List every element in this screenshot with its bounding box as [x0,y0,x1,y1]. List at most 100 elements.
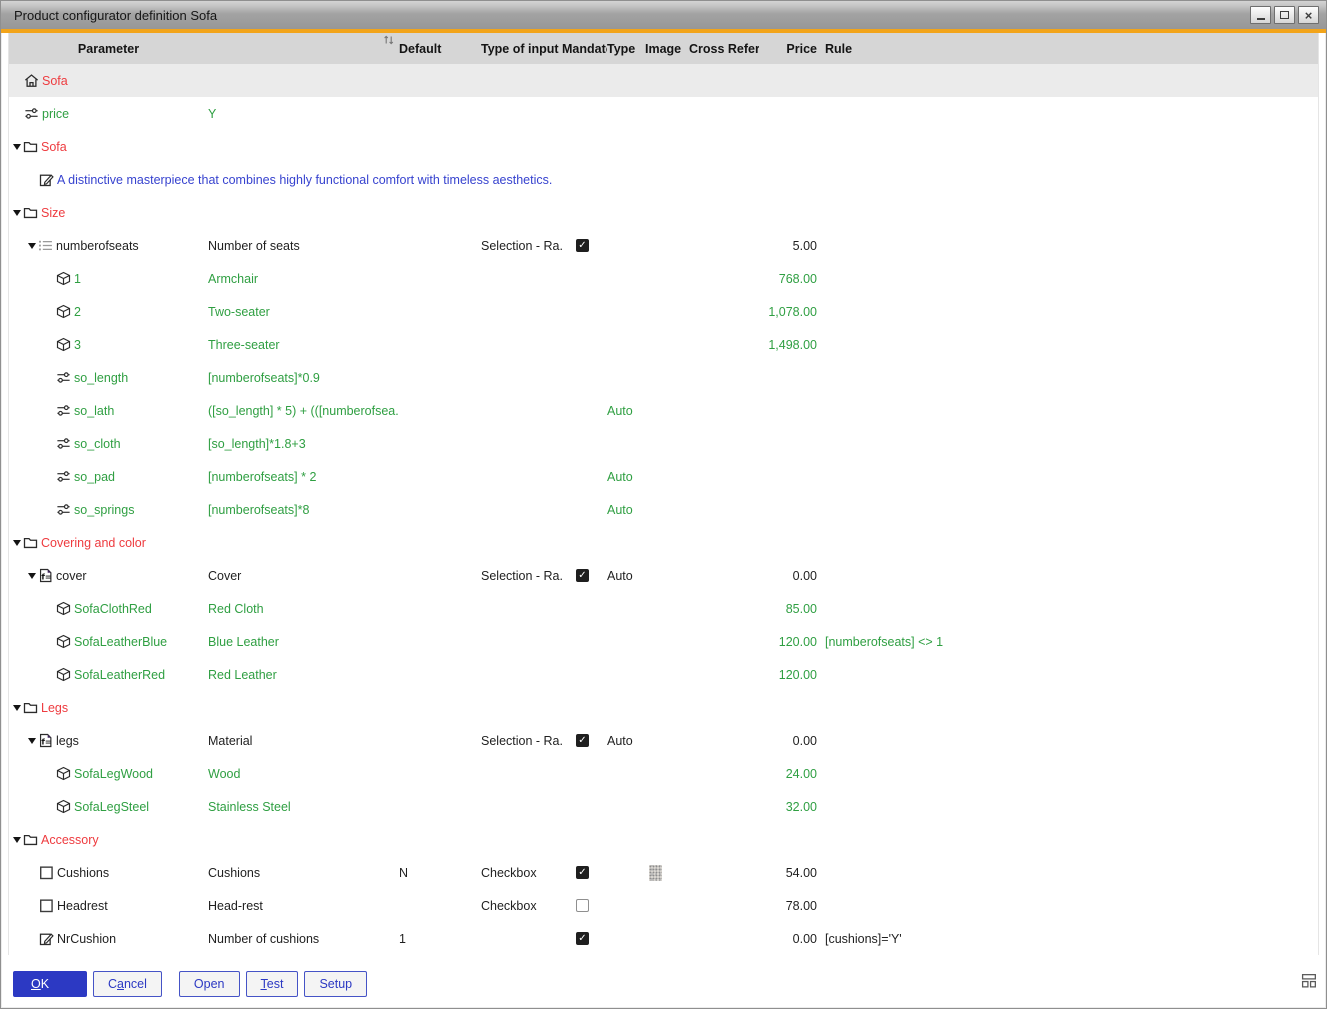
image-cell [645,757,689,790]
column-header-price[interactable]: Price [759,42,821,56]
maximize-button[interactable] [1274,6,1295,24]
minimize-button[interactable] [1250,6,1271,24]
type-of-input-value [481,526,562,559]
table-row[interactable]: Accessory [9,823,1318,856]
type-value [607,361,645,394]
cross-reference-value [689,361,759,394]
collapse-triangle-icon[interactable] [28,572,36,579]
table-row[interactable]: SofaClothRed Red Cloth 85.00 [9,592,1318,625]
default-value [399,97,481,130]
table-row[interactable]: SofaLeatherBlue Blue Leather 120.00 [number… [9,625,1318,658]
parameter-name: SofaLegWood [74,766,153,781]
cross-reference-value [689,823,759,856]
table-row[interactable]: f= legs Material Selection - Ra... ✓ Auto 0.00 [9,724,1318,757]
table-row[interactable]: Cushions Cushions N Checkbox ✓ 54.00 [9,856,1318,889]
close-button[interactable]: × [1298,6,1319,24]
type-value: Auto [607,733,633,748]
collapse-triangle-icon[interactable] [13,209,21,216]
table-row[interactable]: A distinctive masterpiece that combines … [9,163,1318,196]
table-row[interactable]: so_springs [numberofseats]*8 Auto [9,493,1318,526]
cancel-button[interactable]: Cancel [93,971,162,997]
column-header-default[interactable]: Default [399,42,481,56]
collapse-triangle-icon[interactable] [13,836,21,843]
column-header-mandatory[interactable]: Mandatory [562,42,607,56]
column-header-parameter[interactable]: Parameter [9,42,208,56]
parameter-label: Three-seater [208,337,280,352]
parameter-name: 2 [74,304,81,319]
mandatory-checkbox-checked[interactable]: ✓ [576,734,589,747]
sliders-icon [56,370,71,385]
form-layout-icon[interactable] [1301,972,1318,989]
folder-icon [23,832,38,847]
image-cell [645,229,689,262]
table-row[interactable]: f= cover Cover Selection - Ra... ✓ Auto 0.00 [9,559,1318,592]
column-header-cross-reference[interactable]: Cross Reference [689,42,759,56]
table-row[interactable]: Headrest Head-rest Checkbox 78.00 [9,889,1318,922]
setup-button[interactable]: Setup [304,971,368,997]
mandatory-checkbox-checked[interactable]: ✓ [576,569,589,582]
parameter-label: [so_length]*1.8+3 [208,436,306,451]
table-row[interactable]: Covering and color [9,526,1318,559]
image-cell [645,625,689,658]
parameter-label: [numberofseats]*0.9 [208,370,320,385]
edit-icon [39,172,54,187]
parameter-label: Material [208,733,253,748]
open-button[interactable]: Open [178,971,240,997]
type-of-input-value [481,592,562,625]
table-row[interactable]: numberofseats Number of seats Selection - … [9,229,1318,262]
table-row[interactable]: 3 Three-seater 1,498.00 [9,328,1318,361]
table-row[interactable]: price Y [9,97,1318,130]
table-row[interactable]: Size [9,196,1318,229]
parameter-label: Cushions [208,865,261,880]
mandatory-checkbox-unchecked[interactable] [576,899,589,912]
table-row[interactable]: NrCushion Number of cushions 1 ✓ 0.00 [cushio… [9,922,1318,955]
parameter-name: so_length [74,370,129,385]
cross-reference-value [689,295,759,328]
type-of-input-value [481,493,562,526]
table-row[interactable]: so_pad [numberofseats] * 2 Auto [9,460,1318,493]
folder-icon [23,535,38,550]
table-row[interactable]: so_lath ([so_length] * 5) + (([numberofse… [9,394,1318,427]
rule-value [821,262,1318,295]
type-of-input-value [481,625,562,658]
table-row[interactable]: Sofa [9,130,1318,163]
type-value [607,64,645,97]
image-cell [645,691,689,724]
mandatory-checkbox-checked[interactable]: ✓ [576,866,589,879]
default-value [399,625,481,658]
column-header-rule[interactable]: Rule [821,42,1318,56]
sort-icon[interactable] [383,34,395,46]
column-header-type-of-input[interactable]: Type of input [481,42,562,56]
type-of-input-value [481,328,562,361]
collapse-triangle-icon[interactable] [28,737,36,744]
table-row[interactable]: Sofa [9,64,1318,97]
parameter-name: so_springs [74,502,135,517]
image-cell [645,526,689,559]
collapse-triangle-icon[interactable] [13,704,21,711]
default-value [399,493,481,526]
table-row[interactable]: 1 Armchair 768.00 [9,262,1318,295]
collapse-triangle-icon[interactable] [13,143,21,150]
parameter-name: Sofa [41,139,67,154]
table-row[interactable]: SofaLeatherRed Red Leather 120.00 [9,658,1318,691]
price-value [759,130,821,163]
collapse-triangle-icon[interactable] [13,539,21,546]
mandatory-checkbox-checked[interactable]: ✓ [576,932,589,945]
table-row[interactable]: Legs [9,691,1318,724]
type-value [607,196,645,229]
table-row[interactable]: SofaLegWood Wood 24.00 [9,757,1318,790]
table-row[interactable]: SofaLegSteel Stainless Steel 32.00 [9,790,1318,823]
column-header-image[interactable]: Image [645,42,689,56]
table-row[interactable]: so_length [numberofseats]*0.9 [9,361,1318,394]
test-button[interactable]: Test [245,971,299,997]
ok-button[interactable]: OK [13,971,87,997]
mandatory-checkbox-checked[interactable]: ✓ [576,239,589,252]
parameter-name: SofaLeatherBlue [74,634,168,649]
collapse-triangle-icon[interactable] [28,242,36,249]
table-row[interactable]: so_cloth [so_length]*1.8+3 [9,427,1318,460]
parameter-name: Legs [41,700,69,715]
table-row[interactable]: 2 Two-seater 1,078.00 [9,295,1318,328]
column-header-type[interactable]: Type [607,42,645,56]
parameter-table: Parameter Default Type of input Mandator… [8,33,1319,955]
image-thumbnail[interactable] [649,864,662,881]
